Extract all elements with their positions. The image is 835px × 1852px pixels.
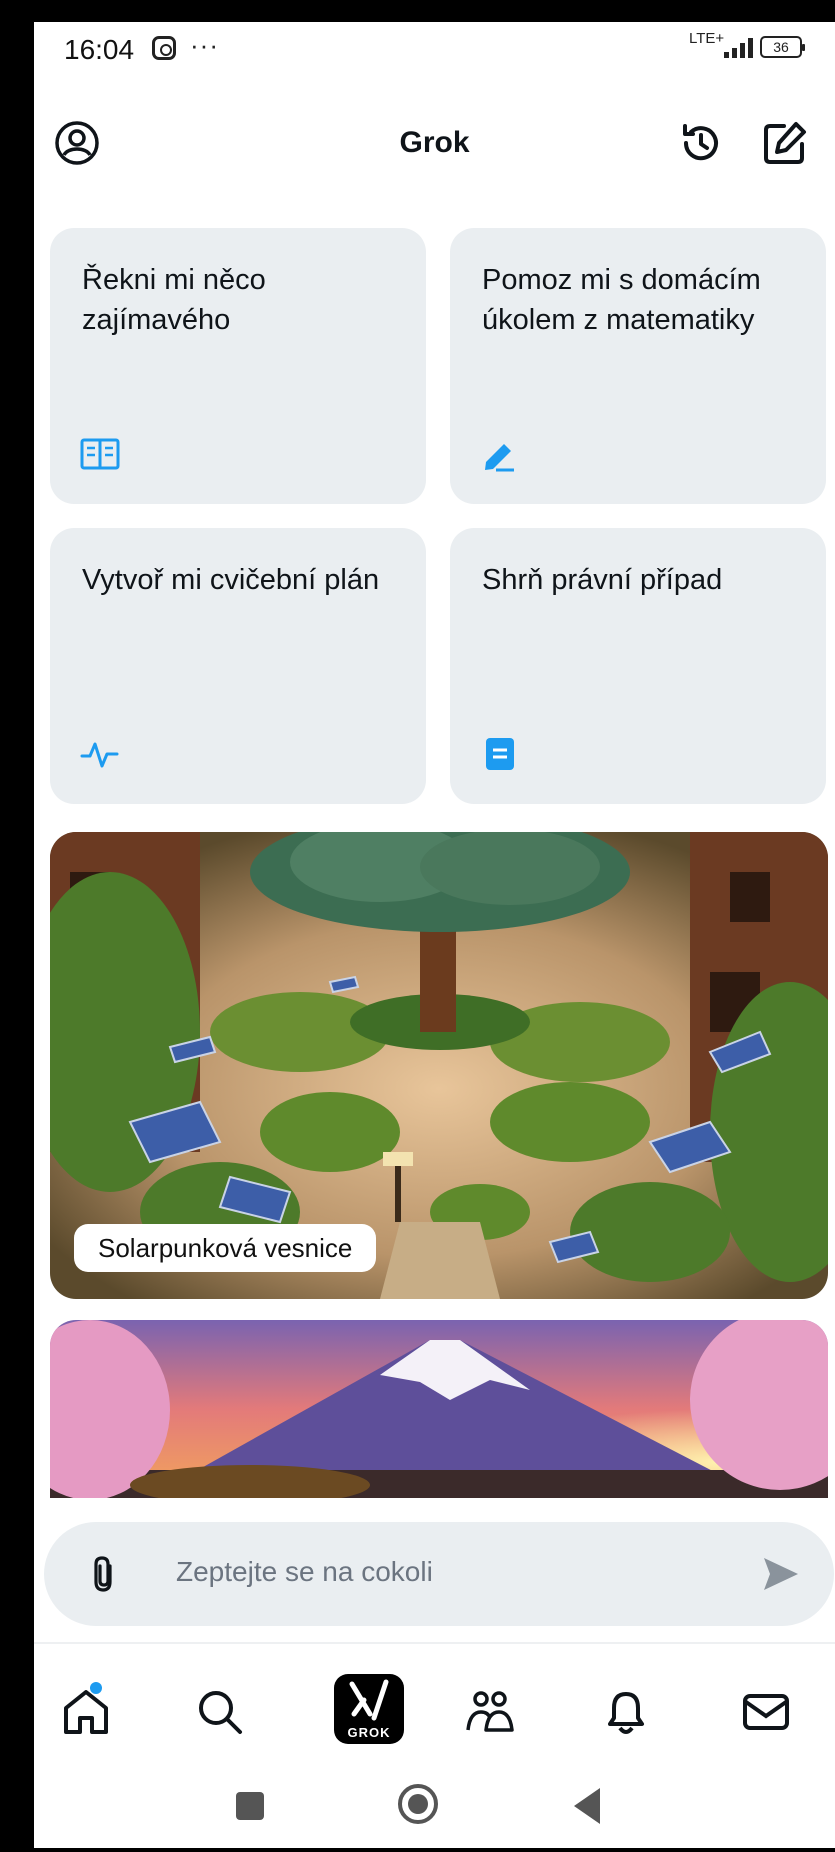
suggestion-card[interactable]: Vytvoř mi cvičební plán — [50, 528, 426, 804]
suggestion-text: Vytvoř mi cvičební plán — [82, 564, 380, 596]
status-time: 16:04 — [64, 34, 135, 65]
home-notification-dot — [90, 1682, 102, 1694]
mountain-sunset-image — [50, 1320, 828, 1498]
chat-input[interactable]: Zeptejte se na cokoli — [176, 1556, 433, 1588]
suggestion-card[interactable]: Pomoz mi s domácím úkolem z matematiky — [450, 228, 826, 504]
screen: 16:04 ··· LTE+ 36 Grok Řekni mi něco zaj… — [34, 22, 835, 1848]
book-icon — [80, 438, 120, 470]
app-header: Grok — [34, 112, 835, 182]
suggestion-card[interactable]: Řekni mi něco zajímavého — [50, 228, 426, 504]
attachment-icon[interactable] — [88, 1554, 120, 1594]
system-nav-bar — [34, 1762, 835, 1848]
home-icon[interactable] — [60, 1686, 112, 1738]
battery-icon: 36 — [760, 36, 805, 58]
activity-icon — [80, 742, 119, 768]
compose-icon[interactable] — [760, 118, 810, 168]
grok-tab[interactable]: GROK — [334, 1674, 404, 1744]
status-bar: 16:04 ··· LTE+ 36 — [34, 22, 835, 82]
notifications-icon[interactable] — [600, 1686, 652, 1738]
more-notifications-indicator: ··· — [190, 30, 219, 60]
divider — [34, 1642, 835, 1644]
communities-icon[interactable] — [464, 1686, 516, 1738]
image-card[interactable]: Solarpunková vesnice — [50, 832, 828, 1299]
image-caption: Solarpunková vesnice — [74, 1224, 377, 1272]
suggestion-text: Shrň právní případ — [482, 564, 723, 596]
grok-icon — [349, 1679, 389, 1721]
pencil-icon — [485, 444, 514, 472]
chat-input-bar[interactable]: Zeptejte se na cokoli — [44, 1522, 834, 1626]
suggestion-card[interactable]: Shrň právní případ — [450, 528, 826, 804]
document-icon — [486, 738, 514, 770]
recents-button[interactable] — [236, 1792, 264, 1820]
bottom-nav: GROK — [34, 1662, 835, 1762]
messages-icon[interactable] — [740, 1686, 792, 1738]
image-card[interactable] — [50, 1320, 828, 1498]
home-button[interactable] — [398, 1784, 438, 1824]
suggestion-text: Řekni mi něco zajímavého — [82, 264, 266, 336]
grok-label: GROK — [347, 1725, 391, 1740]
search-icon[interactable] — [194, 1686, 246, 1738]
signal-icon — [724, 38, 753, 58]
suggestion-text: Pomoz mi s domácím úkolem z matematiky — [482, 264, 761, 336]
back-button[interactable] — [574, 1788, 600, 1824]
history-icon[interactable] — [676, 118, 726, 168]
send-icon[interactable] — [762, 1556, 800, 1592]
instagram-icon — [152, 36, 176, 60]
network-type: LTE+ — [689, 30, 725, 47]
